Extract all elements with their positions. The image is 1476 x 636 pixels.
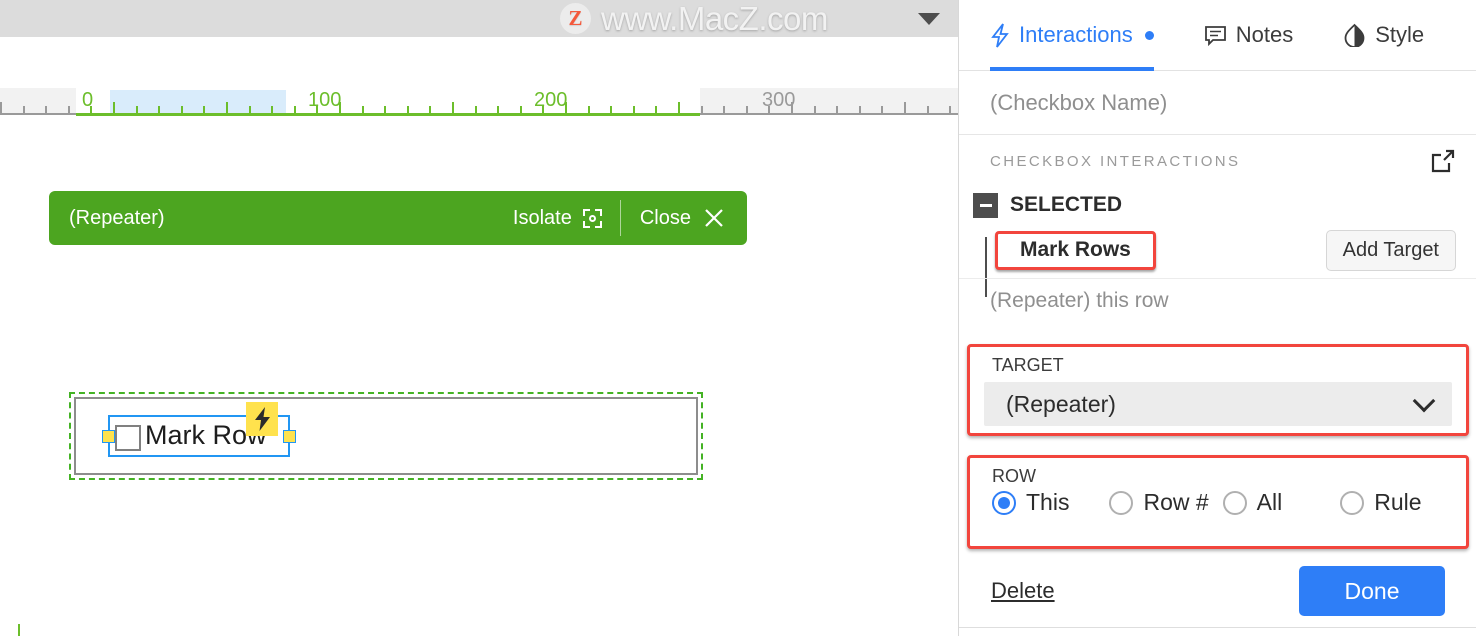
tab-interactions[interactable]: Interactions bbox=[990, 0, 1154, 71]
tab-interactions-label: Interactions bbox=[1019, 22, 1133, 47]
tab-notes[interactable]: Notes bbox=[1204, 0, 1293, 71]
action-summary-row[interactable]: (Repeater) this row bbox=[959, 279, 1476, 323]
radio-icon[interactable] bbox=[1340, 490, 1365, 515]
panel-bottom-divider bbox=[959, 627, 1476, 628]
panel-tab-bar: Interactions Notes Style bbox=[959, 0, 1476, 71]
close-x-icon bbox=[705, 209, 723, 227]
canvas-area: Z www.MacZ.com 0 100 200 300 (Repeater) Iso… bbox=[0, 0, 958, 636]
vertical-ruler-tick bbox=[18, 624, 20, 636]
minus-collapse-icon[interactable] bbox=[973, 192, 998, 218]
done-button[interactable]: Done bbox=[1299, 566, 1445, 616]
row-radio-group: This Row # All Rule bbox=[992, 489, 1466, 516]
target-select-value: (Repeater) bbox=[1006, 390, 1116, 417]
radio-label: Rule bbox=[1374, 489, 1422, 515]
ruler-label: 200 bbox=[534, 89, 568, 111]
radio-icon[interactable] bbox=[1222, 490, 1247, 515]
maczt-logo-icon: Z bbox=[560, 3, 591, 34]
tab-notes-label: Notes bbox=[1235, 22, 1294, 47]
isolate-button[interactable]: Isolate bbox=[513, 207, 620, 230]
row-radio-all[interactable]: All bbox=[1222, 489, 1283, 516]
target-label: TARGET bbox=[992, 355, 1064, 375]
ruler-inactive-right bbox=[700, 88, 958, 113]
selected-event-label: SELECTED bbox=[1010, 193, 1123, 216]
interactions-panel: Interactions Notes Style (Checkbox Name)… bbox=[958, 0, 1476, 636]
watermark: Z www.MacZ.com bbox=[560, 0, 828, 37]
event-case-chip[interactable]: Mark Rows bbox=[995, 231, 1156, 270]
element-name-placeholder: (Checkbox Name) bbox=[990, 89, 1168, 115]
repeater-toolbar: (Repeater) Isolate Close bbox=[49, 191, 747, 245]
row-radio-this[interactable]: This bbox=[992, 489, 1069, 516]
ruler-label: 100 bbox=[308, 89, 342, 111]
action-summary-text: (Repeater) this row bbox=[990, 289, 1169, 312]
horizontal-ruler[interactable]: 0 100 200 300 bbox=[0, 88, 958, 126]
add-target-button[interactable]: Add Target bbox=[1325, 230, 1456, 271]
row-radio-rule[interactable]: Rule bbox=[1340, 489, 1422, 516]
open-external-icon[interactable] bbox=[1430, 148, 1456, 174]
radio-icon[interactable] bbox=[992, 490, 1016, 515]
close-label: Close bbox=[639, 206, 691, 229]
focus-frame-icon bbox=[582, 208, 602, 228]
radio-label: All bbox=[1256, 489, 1283, 515]
lightning-bolt-icon bbox=[991, 22, 1009, 48]
isolate-label: Isolate bbox=[512, 206, 572, 229]
ruler-baseline bbox=[76, 113, 700, 116]
row-section: ROW This Row # All Rule bbox=[967, 455, 1469, 549]
element-name-field[interactable]: (Checkbox Name) bbox=[959, 71, 1476, 135]
top-toolbar-strip: Z www.MacZ.com bbox=[0, 0, 958, 37]
note-icon bbox=[1204, 25, 1226, 46]
radio-label: Row # bbox=[1143, 489, 1209, 515]
ruler-baseline-right bbox=[700, 113, 958, 115]
tab-active-underline bbox=[990, 66, 1154, 71]
ruler-label: 0 bbox=[82, 89, 94, 111]
checkbox-input[interactable] bbox=[115, 425, 141, 451]
repeater-title: (Repeater) bbox=[69, 206, 165, 229]
close-button[interactable]: Close bbox=[621, 207, 747, 230]
tab-style-label: Style bbox=[1375, 22, 1425, 47]
section-title: CHECKBOX INTERACTIONS bbox=[990, 152, 1241, 170]
lightning-bolt-icon[interactable] bbox=[246, 402, 278, 436]
panel-footer: Delete Done bbox=[959, 560, 1476, 622]
resize-handle-right[interactable] bbox=[283, 430, 296, 443]
tab-style[interactable]: Style bbox=[1343, 0, 1424, 71]
ruler-label: 300 bbox=[762, 89, 796, 111]
row-label: ROW bbox=[992, 466, 1036, 486]
resize-handle-left[interactable] bbox=[102, 430, 115, 443]
selected-event-group[interactable]: SELECTED bbox=[959, 187, 1476, 223]
style-contrast-icon bbox=[1344, 23, 1365, 47]
row-radio-row[interactable]: Row # bbox=[1109, 489, 1209, 516]
chevron-down-icon[interactable] bbox=[918, 13, 940, 25]
watermark-text: www.MacZ.com bbox=[601, 0, 828, 37]
target-select[interactable]: (Repeater) bbox=[984, 382, 1452, 426]
event-case-label: Mark Rows bbox=[1020, 238, 1131, 261]
section-header: CHECKBOX INTERACTIONS bbox=[959, 135, 1476, 187]
unsaved-dot-icon bbox=[1144, 30, 1154, 40]
target-section: TARGET (Repeater) bbox=[967, 344, 1469, 436]
ruler-inactive-left bbox=[0, 88, 76, 113]
delete-link[interactable]: Delete bbox=[991, 578, 1055, 604]
radio-label: This bbox=[1026, 489, 1070, 515]
chevron-down-icon bbox=[1412, 389, 1436, 413]
event-row: Mark Rows Add Target bbox=[959, 223, 1476, 279]
radio-icon[interactable] bbox=[1109, 490, 1134, 515]
app-root: Z www.MacZ.com 0 100 200 300 (Repeater) Iso… bbox=[0, 0, 1476, 636]
ruler-baseline-left bbox=[0, 113, 76, 115]
